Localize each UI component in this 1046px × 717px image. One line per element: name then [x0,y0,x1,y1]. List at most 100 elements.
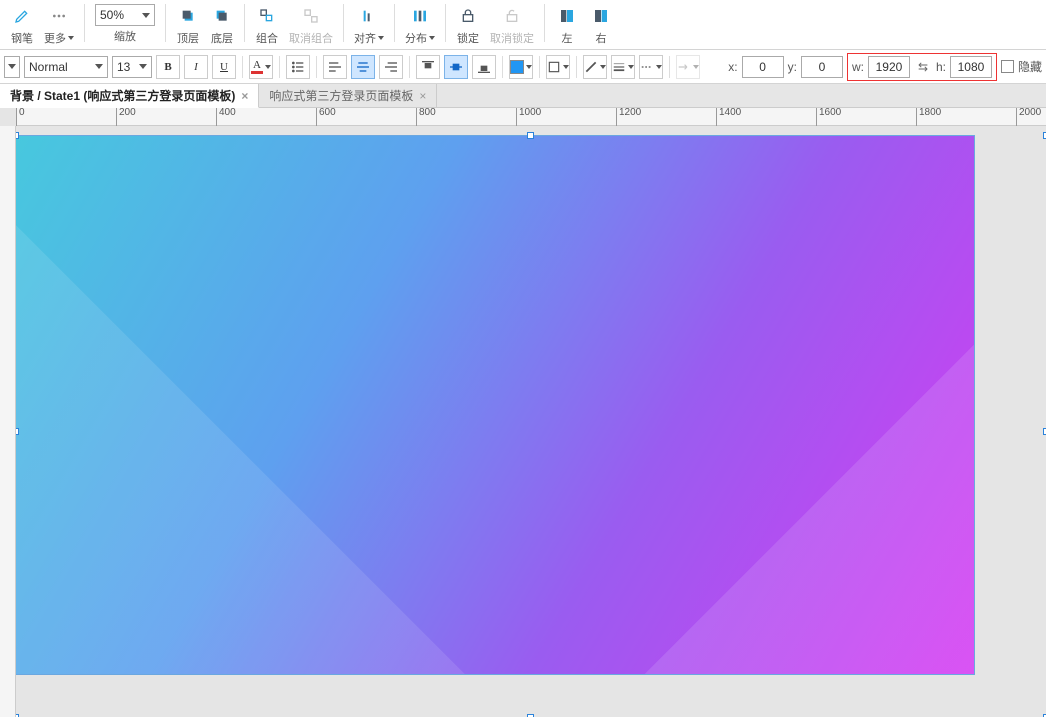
more-icon[interactable] [47,4,71,28]
resize-handle-top-middle[interactable] [527,132,534,139]
ruler-tick: 1200 [616,108,641,126]
line-weight-button[interactable] [611,55,635,79]
separator [576,56,577,78]
zoom-label: 缩放 [114,28,136,44]
text-color-button[interactable]: A [249,55,273,79]
separator [279,56,280,78]
distribute-icon[interactable] [408,4,432,28]
hidden-label: 隐藏 [1018,58,1042,75]
dock-left-label: 左 [562,30,573,46]
align-label[interactable]: 对齐 [354,30,384,46]
w-input[interactable]: 1920 [868,56,910,78]
line-style-button[interactable] [639,55,663,79]
y-input[interactable]: 0 [801,56,843,78]
dock-left-icon[interactable] [555,4,579,28]
ruler-tick: 600 [316,108,336,126]
lock-group: 锁定 [452,4,484,46]
ruler-vertical[interactable] [0,126,16,717]
unlock-icon[interactable] [500,4,524,28]
bring-front-group: 顶层 [172,4,204,46]
separator [669,56,670,78]
align-group: 对齐 [350,4,388,46]
valign-bottom-button[interactable] [472,55,496,79]
separator [343,4,344,42]
more-tool-group: 更多 [40,4,78,46]
close-icon[interactable]: × [241,89,248,103]
separator [409,56,410,78]
separator [84,4,85,42]
font-weight-dropdown[interactable]: Normal [24,56,108,78]
font-size-dropdown[interactable]: 13 [112,56,152,78]
hidden-checkbox[interactable] [1001,60,1014,73]
valign-top-button[interactable] [416,55,440,79]
ruler-tick: 1000 [516,108,541,126]
valign-middle-button[interactable] [444,55,468,79]
dock-right-label: 右 [596,30,607,46]
dock-left-group: 左 [551,4,583,46]
bullet-list-button[interactable] [286,55,310,79]
ruler-horizontal[interactable]: 0200400600800100012001400160018002000 [16,108,1046,126]
aspect-lock-icon[interactable]: ⇆ [914,58,932,76]
selected-background-shape[interactable] [16,136,974,674]
zoom-value: 50% [100,8,124,22]
align-right-button[interactable] [379,55,403,79]
chevron-down-icon [95,64,103,69]
chevron-down-icon [429,36,435,40]
bring-front-icon[interactable] [176,4,200,28]
bold-button[interactable]: B [156,55,180,79]
align-icon[interactable] [357,4,381,28]
coordinates-group: x: 0 y: 0 w: 1920 ⇆ h: 1080 隐藏 [728,53,1042,81]
ruler-tick: 0 [16,108,25,126]
zoom-group: 50% 缩放 [91,4,159,44]
tab-active-label: 背景 / State1 (响应式第三方登录页面模板) [10,87,235,104]
send-back-label: 底层 [211,30,233,46]
tab-active[interactable]: 背景 / State1 (响应式第三方登录页面模板) × [0,84,259,108]
align-left-button[interactable] [323,55,347,79]
ruler-tick: 2000 [1016,108,1041,126]
ungroup-group: 取消组合 [285,4,337,46]
separator [544,4,545,42]
style-dropdown[interactable] [4,56,20,78]
arrow-style-button[interactable] [676,55,700,79]
ungroup-icon[interactable] [299,4,323,28]
group-icon[interactable] [255,4,279,28]
distribute-group: 分布 [401,4,439,46]
more-label[interactable]: 更多 [44,30,74,46]
close-icon[interactable]: × [419,89,426,103]
unlock-group: 取消锁定 [486,4,538,46]
line-color-button[interactable] [583,55,607,79]
chevron-down-icon [139,64,147,69]
italic-button[interactable]: I [184,55,208,79]
resize-handle-top-left[interactable] [16,132,19,139]
align-center-button[interactable] [351,55,375,79]
zoom-select[interactable]: 50% [95,4,155,26]
document-tabstrip: 背景 / State1 (响应式第三方登录页面模板) × 响应式第三方登录页面模… [0,84,1046,108]
dock-right-icon[interactable] [589,4,613,28]
pen-icon[interactable] [10,4,34,28]
lock-label: 锁定 [457,30,479,46]
chevron-down-icon [68,36,74,40]
h-input[interactable]: 1080 [950,56,992,78]
editor-area: 0200400600800100012001400160018002000 [0,108,1046,717]
y-label: y: [788,60,797,74]
chevron-down-icon [628,65,634,69]
underline-button[interactable]: U [212,55,236,79]
canvas-viewport[interactable] [16,126,1046,717]
border-color-button[interactable] [546,55,570,79]
w-label: w: [852,60,864,74]
fill-swatch [510,60,524,74]
chevron-down-icon [8,64,16,69]
tab-second[interactable]: 响应式第三方登录页面模板 × [259,84,437,107]
unlock-label: 取消锁定 [490,30,534,46]
distribute-label[interactable]: 分布 [405,30,435,46]
chevron-down-icon [656,65,662,69]
chevron-down-icon [563,65,569,69]
send-back-icon[interactable] [210,4,234,28]
fill-color-button[interactable] [509,55,533,79]
lock-icon[interactable] [456,4,480,28]
bring-front-label: 顶层 [177,30,199,46]
format-toolbar: Normal 13 B I U A x: 0 y: 0 w: 1920 ⇆ h:… [0,50,1046,84]
x-input[interactable]: 0 [742,56,784,78]
send-back-group: 底层 [206,4,238,46]
resize-handle-middle-left[interactable] [16,428,19,435]
